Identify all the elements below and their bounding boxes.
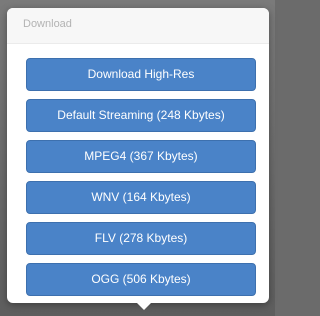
ogg-button[interactable]: OGG (506 Kbytes) xyxy=(26,263,256,296)
flv-button[interactable]: FLV (278 Kbytes) xyxy=(26,222,256,255)
mpeg4-button[interactable]: MPEG4 (367 Kbytes) xyxy=(26,140,256,173)
default-streaming-button[interactable]: Default Streaming (248 Kbytes) xyxy=(26,99,256,132)
popover-title: Download xyxy=(7,8,269,44)
download-options-list: Download High-Res Default Streaming (248… xyxy=(26,58,256,296)
download-popover: Download Download High-Res Default Strea… xyxy=(7,8,269,303)
popover-arrow xyxy=(136,302,152,310)
wnv-button[interactable]: WNV (164 Kbytes) xyxy=(26,181,256,214)
download-high-res-button[interactable]: Download High-Res xyxy=(26,58,256,91)
